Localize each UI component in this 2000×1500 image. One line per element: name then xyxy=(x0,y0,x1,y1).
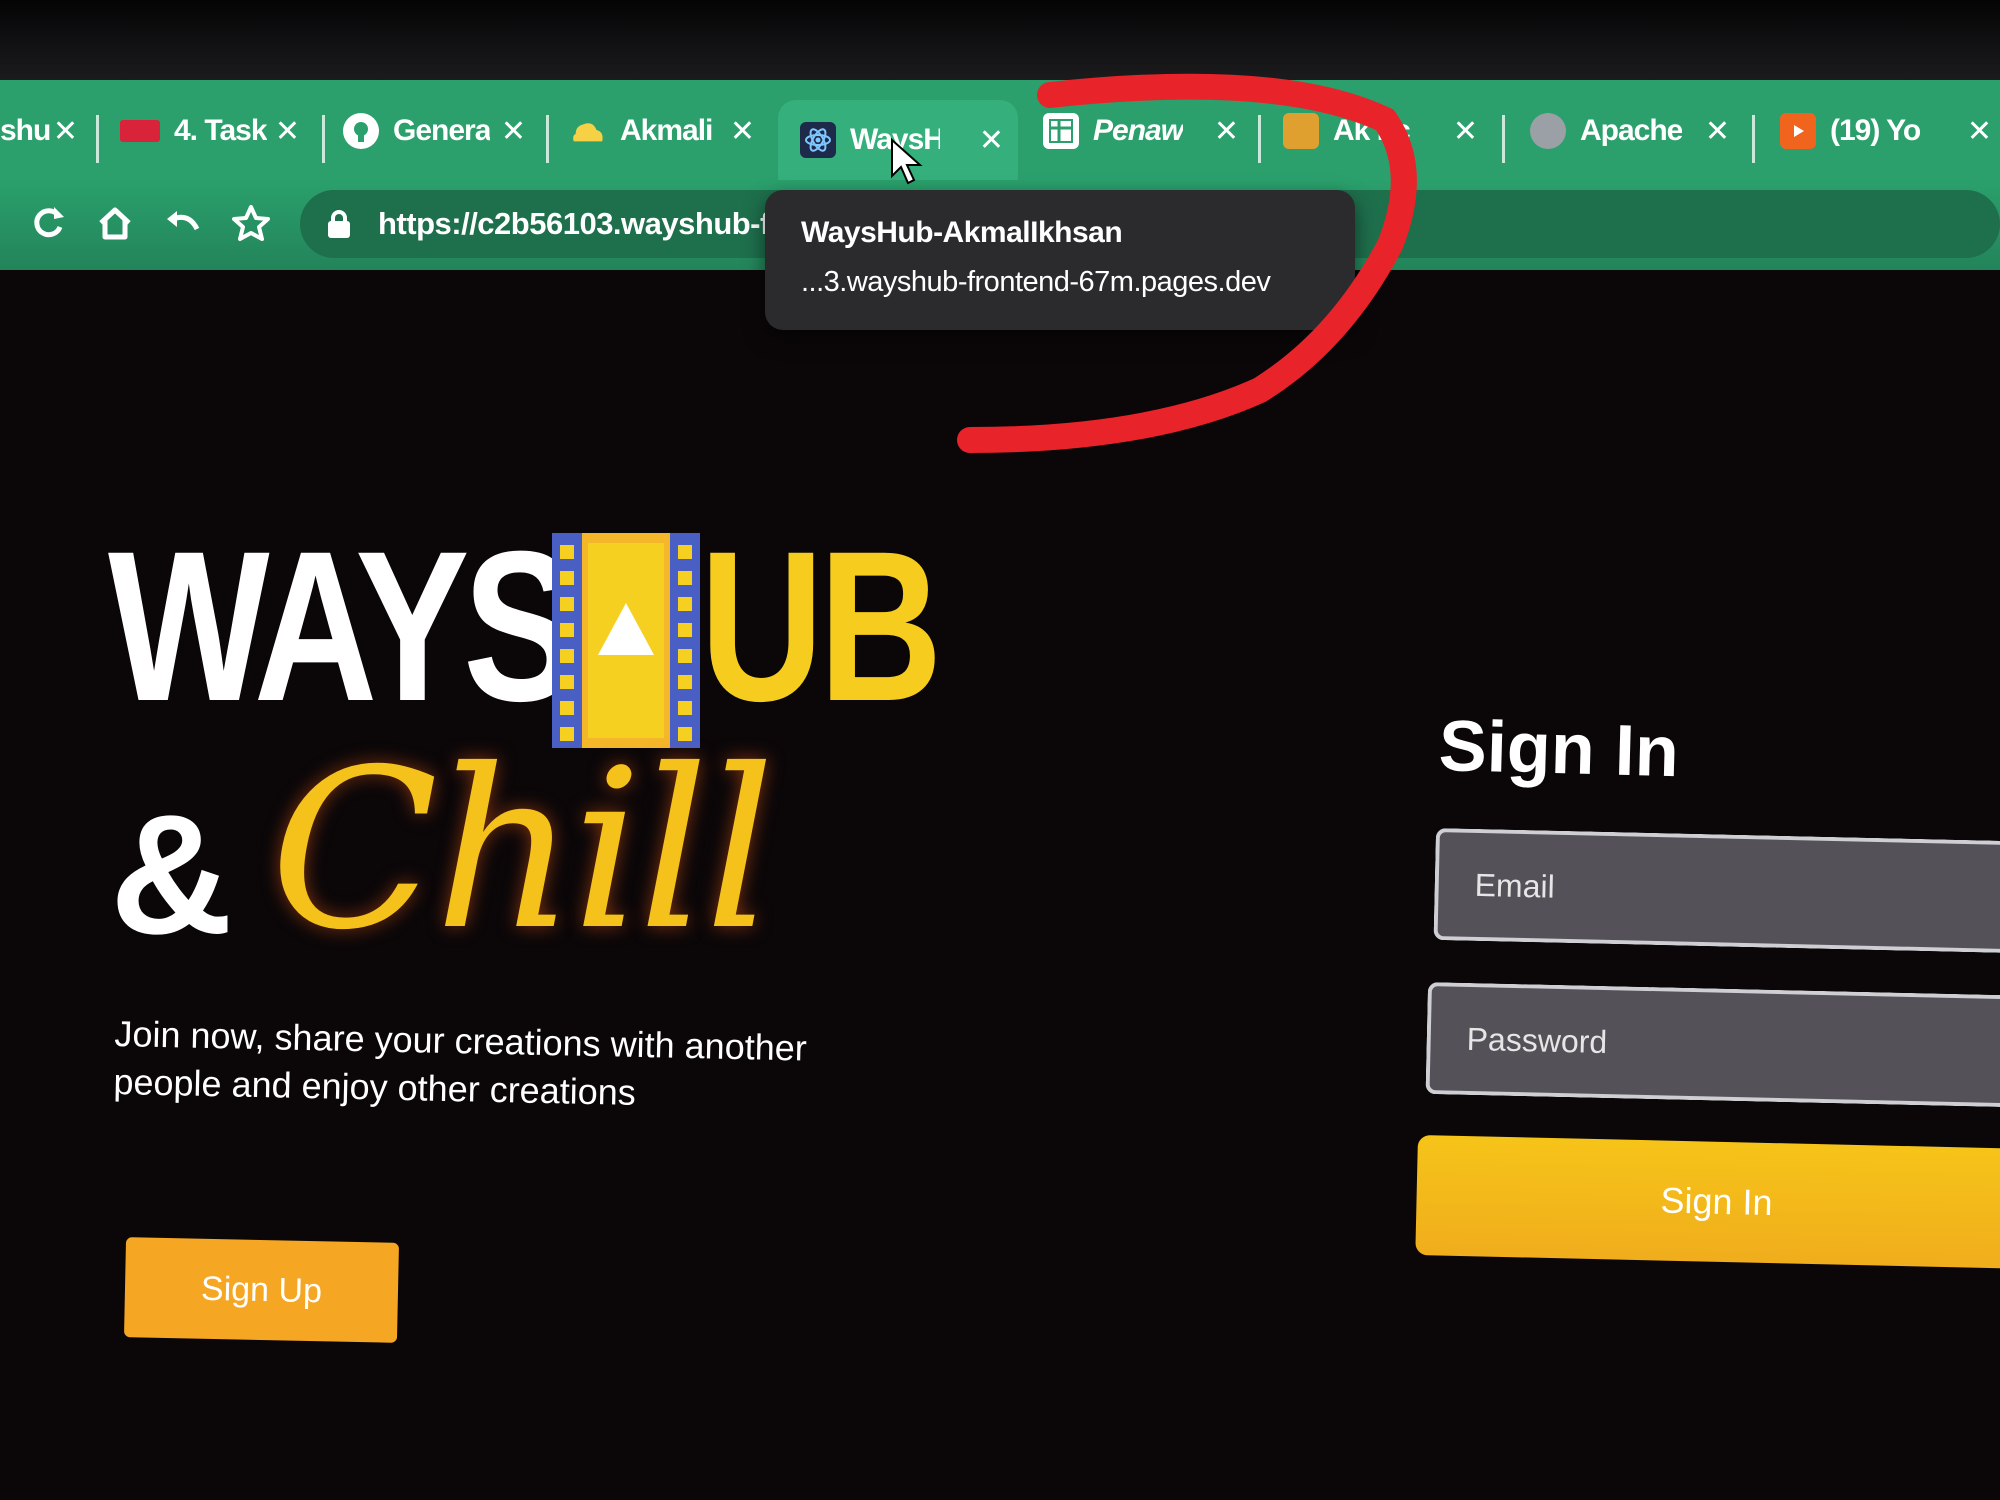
close-icon[interactable]: ✕ xyxy=(53,114,78,149)
task-icon xyxy=(120,120,160,142)
tab-separator xyxy=(96,115,99,163)
tab-title: 4. Task xyxy=(174,114,267,147)
close-icon[interactable]: ✕ xyxy=(1967,114,1992,149)
film-strip-play-icon xyxy=(552,533,700,748)
close-icon[interactable]: ✕ xyxy=(275,114,300,149)
tab-tooltip: WaysHub-AkmalIkhsan ...3.wayshub-fronten… xyxy=(765,190,1355,330)
github-icon xyxy=(343,113,379,149)
monitor-bezel xyxy=(0,0,2000,80)
tooltip-title: WaysHub-AkmalIkhsan xyxy=(801,216,1123,249)
youtube-icon xyxy=(1780,113,1816,149)
tab-2[interactable]: 4. Task ✕ xyxy=(120,90,300,172)
cloud-icon xyxy=(570,113,606,149)
email-field[interactable]: Email xyxy=(1433,828,2000,955)
tab-title: Apache xyxy=(1580,114,1683,147)
home-icon[interactable] xyxy=(92,200,138,246)
avatar-icon xyxy=(1283,113,1319,149)
close-icon[interactable]: ✕ xyxy=(979,123,1004,158)
password-placeholder: Password xyxy=(1466,1020,1608,1060)
tab-title: Penaw xyxy=(1093,114,1184,147)
globe-icon xyxy=(1530,113,1566,149)
tab-separator xyxy=(546,115,549,163)
sign-up-button[interactable]: Sign Up xyxy=(123,1237,400,1343)
close-icon[interactable]: ✕ xyxy=(1705,114,1730,149)
tab-title: (19) Yo xyxy=(1830,114,1921,147)
sign-in-button[interactable]: Sign In xyxy=(1415,1135,2000,1270)
close-icon[interactable]: ✕ xyxy=(1453,114,1478,149)
sheets-icon xyxy=(1043,113,1079,149)
screen: shu ✕ 4. Task ✕ Genera ✕ Akmali ✕ WaysH … xyxy=(0,0,2000,1500)
close-icon[interactable]: ✕ xyxy=(1214,114,1239,149)
url-text: https://c2b56103.wayshub-fr xyxy=(378,206,782,241)
tab-separator xyxy=(1258,115,1261,163)
tab-8[interactable]: Apache ✕ xyxy=(1530,90,1730,172)
tab-9[interactable]: (19) Yo ✕ xyxy=(1780,90,1992,172)
close-icon[interactable]: ✕ xyxy=(501,114,526,149)
reload-icon[interactable] xyxy=(25,200,71,246)
tab-title: Ak nc xyxy=(1333,114,1410,147)
logo-ub: UB xyxy=(700,507,942,746)
logo-ways: WAYS xyxy=(108,507,577,746)
tab-title: shu xyxy=(0,114,51,147)
password-field[interactable]: Password xyxy=(1425,982,2000,1109)
tab-title: Genera xyxy=(393,114,491,147)
undo-icon[interactable] xyxy=(160,200,206,246)
tab-separator xyxy=(1502,115,1505,163)
tooltip-url: ...3.wayshub-frontend-67m.pages.dev xyxy=(801,266,1271,298)
tab-3[interactable]: Genera ✕ xyxy=(343,90,526,172)
logo-chill: Chill xyxy=(270,722,775,978)
tab-7[interactable]: Ak nc ✕ xyxy=(1283,90,1478,172)
logo-ampersand: & xyxy=(110,780,233,970)
react-icon xyxy=(800,122,836,158)
bookmark-star-icon[interactable] xyxy=(228,200,274,246)
tab-6[interactable]: Penaw ✕ xyxy=(1043,90,1239,172)
tab-4[interactable]: Akmali ✕ xyxy=(570,90,755,172)
tagline: Join now, share your creations with anot… xyxy=(113,1012,808,1113)
tab-title: Akmali xyxy=(620,114,713,147)
email-placeholder: Email xyxy=(1474,866,1556,905)
sign-in-title: Sign In xyxy=(1437,705,1680,793)
tab-1[interactable]: shu ✕ xyxy=(0,90,78,172)
mouse-cursor-icon xyxy=(891,138,923,185)
lock-icon xyxy=(328,210,350,238)
tab-separator xyxy=(322,115,325,163)
tab-separator xyxy=(1752,115,1755,163)
close-icon[interactable]: ✕ xyxy=(730,114,755,149)
